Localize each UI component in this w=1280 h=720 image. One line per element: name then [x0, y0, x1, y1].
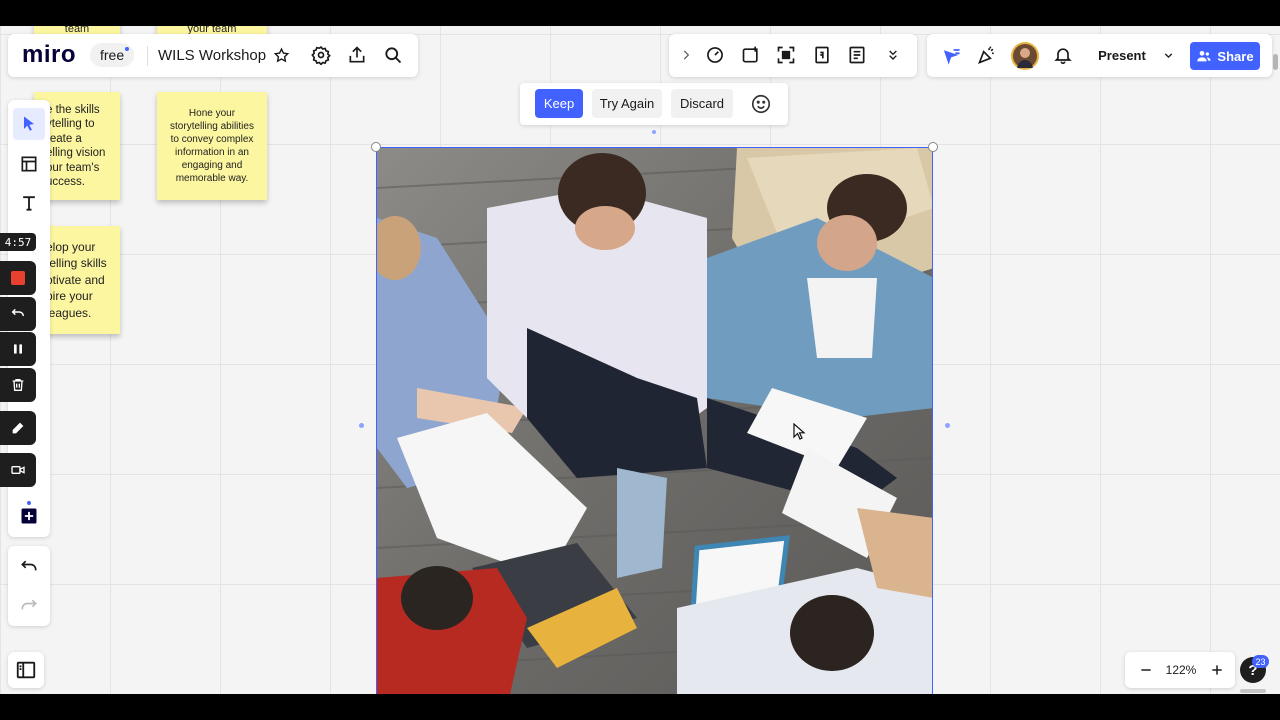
notes-icon[interactable] — [842, 40, 872, 70]
text-icon[interactable] — [14, 188, 44, 218]
cursor-icon[interactable] — [13, 108, 45, 140]
zoom-out-icon[interactable] — [1131, 655, 1161, 685]
reactions-filter-icon[interactable] — [937, 40, 967, 70]
share-button[interactable]: Share — [1190, 42, 1260, 70]
header-divider — [147, 46, 148, 66]
chevron-right-icon[interactable] — [671, 40, 701, 70]
collaboration-panel: Present Share — [927, 34, 1272, 77]
plus-square-icon[interactable] — [14, 501, 44, 531]
tools-panel-dot — [27, 501, 31, 505]
comment-add-icon[interactable] — [736, 40, 766, 70]
plan-badge-dot — [125, 47, 130, 51]
board-canvas[interactable]: team your team e the skills ytelling to … — [0, 26, 1280, 694]
zoom-in-icon[interactable] — [1202, 655, 1232, 685]
stop-icon — [11, 271, 25, 285]
ai-image-action-bar: Keep Try Again Discard — [520, 83, 788, 125]
board-header: miro free WILS Workshop — [8, 34, 418, 77]
timer-icon[interactable] — [700, 40, 730, 70]
star-icon[interactable] — [266, 40, 296, 70]
redo-icon[interactable] — [14, 591, 44, 621]
chevrons-down-icon[interactable] — [878, 40, 908, 70]
restart-icon — [11, 308, 25, 317]
settings-icon[interactable] — [306, 40, 336, 70]
plan-badge[interactable]: free — [90, 43, 135, 67]
present-button[interactable]: Present — [1088, 41, 1156, 70]
help-badge: 23 — [1252, 655, 1269, 668]
celebrate-icon[interactable] — [972, 40, 1002, 70]
focus-icon[interactable] — [771, 40, 801, 70]
team-meeting-photo — [377, 148, 932, 694]
feedback-smiley-icon[interactable] — [750, 93, 772, 115]
avatar[interactable] — [1011, 42, 1039, 70]
side-handle-right[interactable] — [945, 423, 950, 428]
side-handle-left[interactable] — [359, 423, 364, 428]
frame-icon[interactable] — [14, 149, 44, 179]
sidebar-toggle[interactable] — [8, 652, 44, 688]
mouse-cursor-icon — [793, 422, 807, 441]
resize-handle-top-right[interactable] — [928, 142, 938, 152]
pause-recording-button[interactable] — [0, 332, 36, 366]
history-panel — [8, 546, 50, 626]
card-icon[interactable] — [807, 40, 837, 70]
pen-icon — [12, 422, 24, 434]
camera-recording-button[interactable] — [0, 453, 36, 487]
zoom-panel: 122% — [1125, 652, 1235, 688]
bell-icon[interactable] — [1048, 40, 1078, 70]
restart-recording-button[interactable] — [0, 297, 36, 331]
sticky-note-text: elop your telling skills otivate and pir… — [46, 239, 107, 320]
plan-badge-label: free — [100, 47, 125, 63]
generated-image[interactable] — [376, 147, 933, 694]
keep-button[interactable]: Keep — [535, 89, 583, 118]
camera-icon — [11, 466, 25, 474]
stop-recording-button[interactable] — [0, 261, 36, 295]
draw-recording-button[interactable] — [0, 411, 36, 445]
trash-icon — [12, 379, 24, 391]
miro-logo[interactable]: miro — [22, 41, 76, 69]
chevron-down-icon[interactable] — [1153, 40, 1183, 70]
undo-icon[interactable] — [14, 552, 44, 582]
export-icon[interactable] — [342, 40, 372, 70]
resize-handle-top-left[interactable] — [371, 142, 381, 152]
try-again-button[interactable]: Try Again — [592, 89, 662, 118]
sticky-note-hone-storytelling[interactable]: Hone your storytelling abilities to conv… — [157, 92, 267, 200]
delete-recording-button[interactable] — [0, 368, 36, 402]
vertical-scrollbar[interactable] — [1273, 54, 1278, 70]
discard-button[interactable]: Discard — [671, 89, 733, 118]
sticky-note-text: e the skills ytelling to reate a elling … — [46, 103, 106, 189]
board-title[interactable]: WILS Workshop — [158, 47, 266, 64]
sticky-note-text: Hone your storytelling abilities to conv… — [170, 108, 254, 184]
search-icon[interactable] — [378, 40, 408, 70]
rotate-handle[interactable] — [652, 130, 656, 134]
horizontal-scrollbar[interactable] — [1240, 689, 1266, 693]
recorder-timer: 4:57 — [0, 233, 36, 251]
board-toolbar — [669, 34, 917, 77]
sidebar-panel-icon — [16, 661, 36, 679]
share-label: Share — [1217, 48, 1254, 64]
zoom-level[interactable]: 122% — [1163, 663, 1199, 677]
people-icon — [1196, 48, 1212, 64]
pause-icon — [14, 344, 22, 354]
